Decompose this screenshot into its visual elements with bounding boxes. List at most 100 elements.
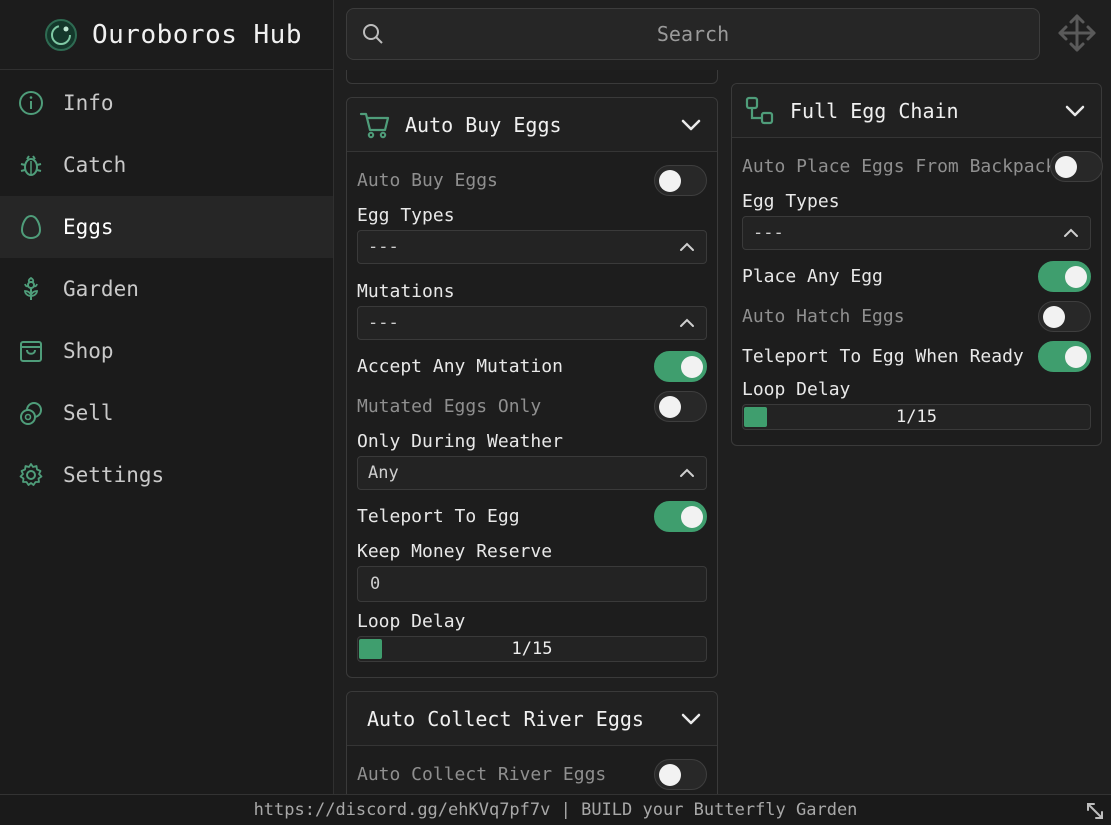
weather-dropdown[interactable]: Any	[357, 456, 707, 490]
search-bar[interactable]	[346, 8, 1040, 60]
search-input[interactable]	[347, 9, 1039, 59]
sidebar-item-label: Shop	[63, 339, 114, 363]
egg-types-label: Egg Types	[742, 191, 840, 212]
toggle-label: Auto Place Eggs From Backpack	[742, 155, 1057, 177]
chevron-down-icon[interactable]	[679, 113, 703, 137]
auto-place-row: Auto Place Eggs From Backpack	[742, 146, 1104, 186]
toggle-label: Accept Any Mutation	[357, 355, 563, 377]
toggle-knob	[1055, 155, 1078, 178]
sidebar-item-label: Sell	[63, 401, 114, 425]
chevron-down-icon[interactable]	[1063, 99, 1087, 123]
mutations-label: Mutations	[357, 281, 455, 302]
teleport-to-egg-toggle[interactable]	[654, 500, 707, 532]
sidebar: Ouroboros Hub Info Catch Eggs Garden Sho…	[0, 0, 334, 794]
toggle-knob	[659, 763, 681, 786]
egg-types-dropdown[interactable]: ---	[357, 230, 707, 264]
sidebar-item-garden[interactable]: Garden	[0, 258, 333, 320]
sidebar-item-sell[interactable]: Sell	[0, 382, 333, 444]
teleport-when-ready-row: Teleport To Egg When Ready	[742, 336, 1091, 376]
toggle-knob	[659, 169, 681, 192]
workflow-icon	[745, 96, 774, 124]
auto-buy-eggs-toggle[interactable]	[654, 164, 707, 196]
slider-fill	[359, 639, 383, 659]
river-eggs-panel: Auto Collect River Eggs Auto Collect Riv…	[346, 691, 718, 794]
app-title: Ouroboros Hub	[92, 19, 302, 50]
panel-title: Auto Collect River Eggs	[367, 706, 644, 731]
brand-header: Ouroboros Hub	[0, 0, 333, 70]
dropdown-value: ---	[368, 237, 399, 257]
content-area: Auto Buy Eggs Auto Buy Eggs Egg Types --…	[335, 70, 1111, 794]
river-eggs-toggle[interactable]	[654, 758, 707, 790]
toggle-knob	[659, 395, 681, 418]
toggle-label: Auto Collect River Eggs	[357, 763, 607, 785]
accept-any-mutation-toggle[interactable]	[654, 350, 707, 382]
sidebar-item-eggs[interactable]: Eggs	[0, 196, 333, 258]
resize-icon[interactable]	[1085, 801, 1105, 821]
auto-buy-eggs-row: Auto Buy Eggs	[357, 160, 707, 200]
chevron-up-icon	[680, 242, 694, 251]
shopping-bag-icon	[18, 338, 44, 364]
app-window: Ouroboros Hub Info Catch Eggs Garden Sho…	[0, 0, 1111, 825]
river-eggs-row: Auto Collect River Eggs	[357, 754, 707, 794]
auto-place-toggle[interactable]	[1050, 150, 1104, 182]
slider-value: 1/15	[511, 639, 553, 659]
toggle-label: Auto Hatch Eggs	[742, 305, 905, 327]
sidebar-item-label: Settings	[63, 463, 165, 487]
auto-buy-eggs-header[interactable]: Auto Buy Eggs	[347, 98, 717, 152]
chevron-down-icon[interactable]	[679, 707, 703, 731]
slider-fill	[744, 407, 768, 427]
place-any-egg-row: Place Any Egg	[742, 256, 1091, 296]
toggle-label: Mutated Eggs Only	[357, 395, 542, 417]
teleport-to-egg-row: Teleport To Egg	[357, 496, 707, 536]
egg-icon	[18, 214, 44, 240]
flower-icon	[18, 276, 44, 302]
toggle-label: Place Any Egg	[742, 265, 883, 287]
toggle-label: Teleport To Egg When Ready	[742, 345, 1024, 367]
sidebar-item-label: Eggs	[63, 215, 114, 239]
chevron-up-icon	[680, 318, 694, 327]
sidebar-item-label: Garden	[63, 277, 139, 301]
sidebar-item-settings[interactable]: Settings	[0, 444, 333, 506]
place-any-egg-toggle[interactable]	[1038, 260, 1091, 292]
footer-bar: https://discord.gg/ehKVq7pf7v | BUILD yo…	[0, 794, 1111, 825]
auto-hatch-toggle[interactable]	[1038, 300, 1091, 332]
move-icon[interactable]	[1056, 12, 1098, 54]
toggle-knob	[1043, 305, 1065, 328]
chevron-up-icon	[680, 468, 694, 477]
search-icon	[363, 24, 383, 44]
panel-title: Auto Buy Eggs	[405, 112, 562, 137]
info-icon	[18, 90, 44, 116]
full-egg-chain-header[interactable]: Full Egg Chain	[732, 84, 1101, 138]
chevron-up-icon	[1064, 228, 1078, 237]
teleport-when-ready-toggle[interactable]	[1038, 340, 1091, 372]
toggle-knob	[681, 505, 703, 528]
money-reserve-input[interactable]: 0	[357, 566, 707, 602]
slider-value: 1/15	[896, 407, 937, 427]
sidebar-item-label: Catch	[63, 153, 127, 177]
money-reserve-label: Keep Money Reserve	[357, 541, 553, 562]
bug-icon	[18, 152, 44, 178]
egg-types-label: Egg Types	[357, 205, 455, 226]
panel-previous-bottom	[346, 70, 718, 84]
sidebar-item-catch[interactable]: Catch	[0, 134, 333, 196]
sidebar-item-shop[interactable]: Shop	[0, 320, 333, 382]
toggle-knob	[681, 355, 703, 378]
sidebar-item-info[interactable]: Info	[0, 72, 333, 134]
loop-delay-label: Loop Delay	[357, 611, 466, 632]
gear-icon	[18, 462, 44, 488]
sidebar-nav: Info Catch Eggs Garden Shop Sell Setting…	[0, 70, 333, 506]
mutated-eggs-only-toggle[interactable]	[654, 390, 707, 422]
toggle-knob	[1065, 345, 1087, 368]
river-eggs-header[interactable]: Auto Collect River Eggs	[347, 692, 717, 746]
auto-buy-eggs-panel: Auto Buy Eggs Auto Buy Eggs Egg Types --…	[346, 97, 718, 678]
chain-egg-types-dropdown[interactable]: ---	[742, 216, 1091, 250]
dropdown-value: ---	[753, 223, 784, 243]
chain-loop-delay-slider[interactable]: 1/15	[742, 404, 1091, 430]
dropdown-value: ---	[368, 313, 399, 333]
loop-delay-slider[interactable]: 1/15	[357, 636, 707, 662]
mutations-dropdown[interactable]: ---	[357, 306, 707, 340]
coins-icon	[18, 400, 44, 426]
loop-delay-label: Loop Delay	[742, 379, 851, 400]
toggle-label: Teleport To Egg	[357, 505, 520, 527]
auto-hatch-row: Auto Hatch Eggs	[742, 296, 1091, 336]
